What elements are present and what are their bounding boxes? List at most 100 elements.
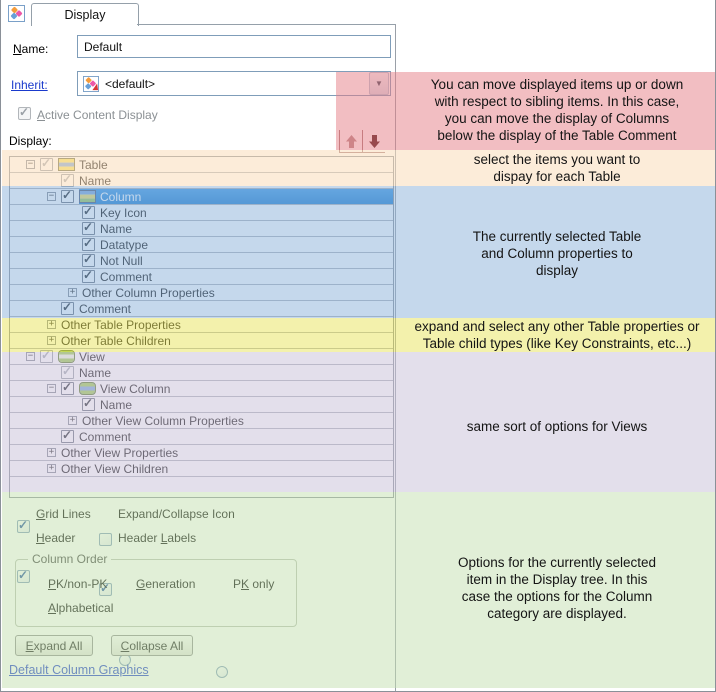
expand-all-button[interactable]: Expand All [15,635,93,656]
expander-closed-icon[interactable]: + [68,288,77,297]
tree-row[interactable]: ✓ Name [10,172,393,189]
tree-row-target[interactable]: Column [79,189,393,204]
annotation-text-expand-note: expand and select any other Table proper… [414,319,700,351]
expander-open-icon[interactable]: − [47,384,56,393]
checkbox-label-grid-lines[interactable]: Grid Lines [36,507,91,521]
radio-label-generation[interactable]: Generation [136,577,195,591]
inherit-value: <default> [105,76,156,91]
tree-row[interactable]: ✓ Name [10,220,393,237]
tree-row-target[interactable]: Datatype [100,237,393,252]
tree-row[interactable]: + Other Column Properties [10,285,393,301]
check-icon: ✓ [62,380,73,394]
tree-row-target[interactable]: Other Table Children [61,333,393,348]
expander-closed-icon[interactable]: + [47,448,56,457]
tree-row[interactable]: ✓ Datatype [10,236,393,253]
check-icon: ✓ [19,105,30,119]
collapse-all-button[interactable]: Collapse All [111,635,193,656]
tree-row[interactable]: + Other View Properties [10,445,393,461]
tree-row[interactable]: ✓ Key Icon [10,204,393,221]
tree-checkbox-name[interactable]: ✓ [61,172,74,187]
tree-row[interactable]: + Other View Children [10,461,393,477]
tree-row-target[interactable]: Other View Column Properties [82,413,393,428]
tree-row[interactable]: + Other Table Properties [10,317,393,333]
tree-item-label: Other Column Properties [82,285,215,300]
chevron-down-icon: ▼ [375,79,383,88]
check-icon: ✓ [83,252,94,266]
tree-row-target[interactable]: Key Icon [100,205,393,220]
move-up-button[interactable] [339,130,362,153]
tree-row[interactable]: + Other Table Children [10,333,393,349]
tree-row-target[interactable]: Other Column Properties [82,285,393,300]
default-column-graphics-link[interactable]: Default Column Graphics [9,663,149,677]
checkbox-grid-lines[interactable]: ✓ [17,518,30,533]
tree-checkbox-not-null[interactable]: ✓ [82,252,95,267]
tree-checkbox-view[interactable]: ✓ [40,348,53,363]
expander-closed-icon[interactable]: + [47,336,56,345]
check-icon: ✓ [62,428,73,442]
tree-row-target[interactable]: Other Table Properties [61,317,393,332]
tree-row-target[interactable]: Table [58,157,393,172]
radio-label-pk-only[interactable]: PK only [233,577,274,591]
inherit-combobox[interactable]: <default> ▼ [77,71,391,96]
check-icon: ✓ [62,364,73,378]
collapse-all-label: Collapse All [120,638,184,653]
tree-checkbox-datatype[interactable]: ✓ [82,236,95,251]
tree-row-target[interactable]: Comment [79,301,393,316]
tree-row-target[interactable]: Name [100,397,393,412]
tree-row-target[interactable]: Other View Children [61,461,393,476]
checkbox-label-expand-collapse-icon[interactable]: Expand/Collapse Icon [118,507,235,521]
tree-row[interactable]: − ✓ Table [10,157,393,173]
tree-row-target[interactable]: Name [79,365,393,380]
tree-checkbox-name[interactable]: ✓ [61,364,74,379]
tree-row-target[interactable]: Name [79,173,393,188]
radio-label-pk-non-pk[interactable]: PK/non-PK [48,577,107,591]
tree-row-target[interactable]: Name [100,221,393,236]
expander-closed-icon[interactable]: + [47,464,56,473]
tree-row[interactable]: ✓ Name [10,396,393,413]
tree-row[interactable]: − ✓ View Column [10,380,393,397]
inherit-link[interactable]: Inherit: [11,78,48,92]
checkbox-label-header-labels[interactable]: Header Labels [118,531,196,545]
check-icon: ✓ [18,518,29,532]
tree-row[interactable]: − ✓ View [10,348,393,365]
dropdown-button[interactable]: ▼ [369,72,389,95]
tree-checkbox-comment[interactable]: ✓ [61,428,74,443]
checkbox-expand-collapse-icon[interactable] [99,533,112,546]
tree-row-target[interactable]: Other View Properties [61,445,393,460]
tree-checkbox-comment[interactable]: ✓ [61,300,74,315]
expander-open-icon[interactable]: − [26,352,35,361]
tree-checkbox-table[interactable]: ✓ [40,157,53,171]
tree-checkbox-view-column[interactable]: ✓ [61,380,74,395]
expander-closed-icon[interactable]: + [68,416,77,425]
name-field[interactable]: Default [77,35,391,58]
tree-row[interactable]: + Other View Column Properties [10,413,393,429]
tree-row-target[interactable]: View [58,349,393,364]
tree-item-label: Comment [79,429,132,444]
tree-row[interactable]: ✓ Not Null [10,252,393,269]
tree-row-target[interactable]: Not Null [100,253,393,268]
table-icon [58,158,75,171]
tree-row-target[interactable]: Comment [79,429,393,444]
tree-checkbox-column[interactable]: ✓ [61,188,74,203]
tree-checkbox-name[interactable]: ✓ [82,396,95,411]
move-down-button[interactable] [362,130,385,153]
tree-row-target[interactable]: Comment [100,269,393,284]
tree-row[interactable]: ✓ Comment [10,268,393,285]
radio-pk-only[interactable] [216,666,228,678]
tab-display[interactable]: Display [31,3,139,26]
tree-row[interactable]: ✓ Comment [10,428,393,445]
tree-checkbox-name[interactable]: ✓ [82,220,95,235]
tree-row-target[interactable]: View Column [79,381,393,396]
tree-row[interactable]: − ✓ Column [10,188,393,205]
check-icon: ✓ [62,188,73,202]
expander-open-icon[interactable]: − [26,160,35,169]
expander-open-icon[interactable]: − [47,192,56,201]
tree-checkbox-key-icon[interactable]: ✓ [82,204,95,219]
active-content-checkbox[interactable]: ✓ [18,105,31,120]
checkbox-label-alphabetical[interactable]: Alphabetical [48,601,113,615]
expander-closed-icon[interactable]: + [47,320,56,329]
tree-row[interactable]: ✓ Name [10,364,393,381]
tree-checkbox-comment[interactable]: ✓ [82,268,95,283]
tree-row[interactable]: ✓ Comment [10,300,393,317]
checkbox-label-header[interactable]: Header [36,531,75,545]
